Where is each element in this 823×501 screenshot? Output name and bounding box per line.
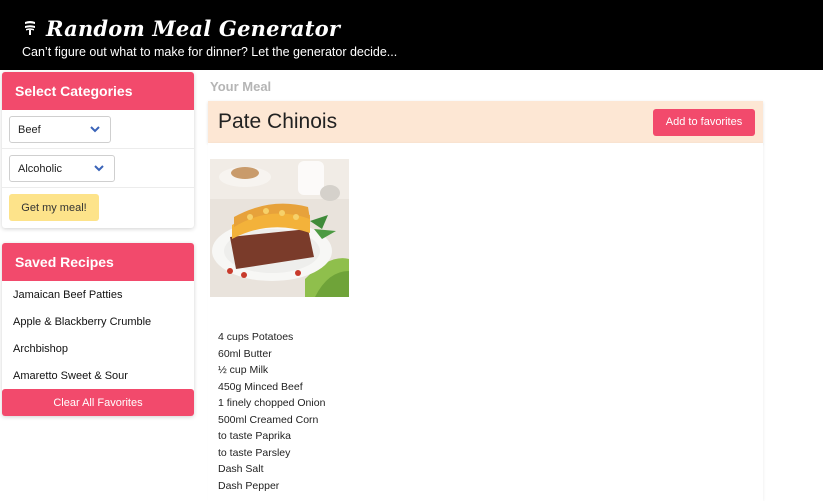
ingredient-item: 60ml Butter [218,347,272,360]
clear-favorites-button[interactable]: Clear All Favorites [2,389,194,416]
utensils-icon [22,20,38,36]
app-title: Random Meal Generator [46,15,341,41]
get-meal-button[interactable]: Get my meal! [9,194,99,221]
meal-body: 4 cups Potatoes 60ml Butter ½ cup Milk 4… [208,143,763,501]
submit-row: Get my meal! [2,188,194,228]
saved-recipe-item[interactable]: Apple & Blackberry Crumble [2,308,194,335]
saved-recipes-panel: Saved Recipes Jamaican Beef Patties Appl… [2,243,194,416]
ingredient-item: to taste Paprika [218,430,291,442]
category-select-value: Beef [18,123,41,136]
meal-photo [210,159,349,297]
categories-panel: Select Categories Beef Alcoholic Get my … [2,72,194,228]
categories-heading: Select Categories [2,72,194,110]
ingredient-item: ½ cup Milk [218,364,269,376]
saved-recipe-item[interactable]: Jamaican Beef Patties [2,281,194,308]
ingredients-list: 4 cups Potatoes 60ml Butter ½ cup Milk 4… [218,331,325,496]
chevron-down-icon [90,124,100,136]
saved-recipes-heading: Saved Recipes [2,243,194,281]
ingredient-item: 500ml Creamed Corn [218,413,319,426]
add-to-favorites-button[interactable]: Add to favorites [653,108,755,136]
app-subtitle: Can’t figure out what to make for dinner… [22,45,398,59]
ingredient-item: 450g Minced Beef [218,380,303,393]
category-select-row: Beef [2,110,194,149]
category-select[interactable]: Beef [9,116,111,143]
meal-header: Pate Chinois Add to favorites [208,101,763,143]
saved-recipe-item[interactable]: Archbishop [2,335,194,362]
drink-select[interactable]: Alcoholic [9,155,115,182]
your-meal-label: Your Meal [210,79,272,94]
meal-title: Pate Chinois [218,110,338,133]
saved-recipe-item[interactable]: Amaretto Sweet & Sour [2,362,194,389]
ingredient-item: Dash Salt [218,463,264,475]
app-title-row: Random Meal Generator [22,14,801,42]
ingredient-item: 1 finely chopped Onion [218,397,326,409]
chevron-down-icon [94,163,104,175]
app-header: Random Meal Generator Can’t figure out w… [0,0,823,70]
drink-select-value: Alcoholic [18,162,63,175]
drink-select-row: Alcoholic [2,149,194,188]
ingredient-item: 4 cups Potatoes [218,331,294,343]
ingredient-item: Dash Pepper [218,479,280,492]
ingredient-item: to taste Parsley [218,446,291,459]
meal-card: Pate Chinois Add to favorites 4 cups Pot… [208,101,763,501]
